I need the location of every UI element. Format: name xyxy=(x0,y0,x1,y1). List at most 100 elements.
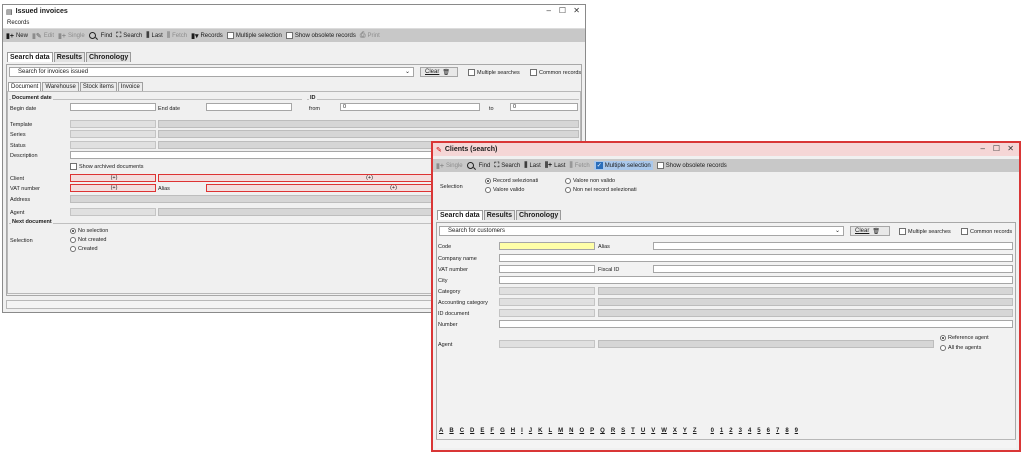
client-code-field[interactable]: (+) xyxy=(70,174,156,182)
letter-l[interactable]: L xyxy=(548,428,552,434)
radio-not-created-dot[interactable] xyxy=(70,237,76,243)
multiple-selection-toggle[interactable]: Multiple selection xyxy=(226,32,282,39)
fetch-button[interactable]: ⫼ Fetch xyxy=(167,32,187,40)
digit-6[interactable]: 6 xyxy=(767,428,770,434)
common-records-toggle[interactable]: Common records xyxy=(961,228,1012,235)
minimize-icon[interactable]: – xyxy=(981,144,985,153)
radio-no-selection[interactable]: No selection xyxy=(70,228,108,234)
digit-9[interactable]: 9 xyxy=(795,428,798,434)
close-icon[interactable]: ✕ xyxy=(1007,144,1014,153)
letter-k[interactable]: K xyxy=(538,428,542,434)
tab-search-data[interactable]: Search data xyxy=(437,210,483,220)
tab-results[interactable]: Results xyxy=(53,52,85,62)
search-type-combo[interactable]: Search for invoices issued ⌄ xyxy=(9,67,414,77)
common-records-toggle[interactable]: Common records xyxy=(530,69,581,76)
letter-q[interactable]: Q xyxy=(600,428,605,434)
show-archived-toggle[interactable]: Show archived documents xyxy=(70,163,144,170)
letter-z[interactable]: Z xyxy=(693,428,697,434)
id-to-field[interactable]: 0 xyxy=(510,103,578,111)
edit-button[interactable]: ▮✎ Edit xyxy=(32,32,54,40)
search-button[interactable]: ⛶ Search xyxy=(116,32,142,40)
vat-number-field[interactable] xyxy=(499,265,595,273)
digit-7[interactable]: 7 xyxy=(776,428,779,434)
multiple-searches-toggle[interactable]: Multiple searches xyxy=(899,228,951,235)
code-field[interactable] xyxy=(499,242,595,250)
last-button[interactable]: ⫼ Last xyxy=(146,32,163,40)
subtab-invoice[interactable]: Invoice xyxy=(117,82,143,91)
maximize-icon[interactable]: ☐ xyxy=(993,144,1000,153)
series-code-field[interactable] xyxy=(70,130,156,138)
close-icon[interactable]: ✕ xyxy=(573,6,580,15)
vat-number-field[interactable]: (+) xyxy=(70,184,156,192)
agent-code-field[interactable] xyxy=(70,208,156,216)
letter-x[interactable]: X xyxy=(673,428,677,434)
digit-4[interactable]: 4 xyxy=(748,428,751,434)
show-obsolete-toggle[interactable]: Show obsolete records xyxy=(656,162,727,169)
letter-y[interactable]: Y xyxy=(683,428,687,434)
radio-valore-valido[interactable]: Valore valido xyxy=(485,187,524,193)
menu-records[interactable]: Records xyxy=(7,20,29,26)
print-button[interactable]: ⎙ Print xyxy=(360,32,380,40)
end-date-field[interactable] xyxy=(206,103,292,111)
multiple-selection-toggle[interactable]: Multiple selection xyxy=(593,161,653,170)
multiple-searches-toggle[interactable]: Multiple searches xyxy=(468,69,520,76)
show-obsolete-toggle[interactable]: Show obsolete records xyxy=(285,32,356,39)
status-code-field[interactable] xyxy=(70,141,156,149)
accounting-category-code-field[interactable] xyxy=(499,298,595,306)
radio-record-selezionati-dot[interactable] xyxy=(485,178,491,184)
find-button[interactable]: Find xyxy=(88,32,112,39)
multiple-selection-checkbox[interactable] xyxy=(595,162,603,169)
begin-date-field[interactable] xyxy=(70,103,156,111)
tab-results[interactable]: Results xyxy=(483,210,515,220)
radio-non-nei-record[interactable]: Non nei record selezionati xyxy=(565,187,637,193)
radio-reference-agent[interactable]: Reference agent xyxy=(940,335,989,341)
fetch-button[interactable]: ⫼ Fetch xyxy=(569,162,589,170)
tab-search-data[interactable]: Search data xyxy=(7,52,53,62)
id-from-field[interactable]: 0 xyxy=(340,103,480,111)
radio-reference-agent-dot[interactable] xyxy=(940,335,946,341)
digit-0[interactable]: 0 xyxy=(711,428,714,434)
letter-o[interactable]: O xyxy=(579,428,584,434)
letter-t[interactable]: T xyxy=(631,428,635,434)
single-button[interactable]: ▮+ Single xyxy=(58,32,85,40)
letter-a[interactable]: A xyxy=(439,428,443,434)
multiple-searches-checkbox[interactable] xyxy=(899,228,906,235)
radio-all-agents[interactable]: All the agents xyxy=(940,345,981,351)
records-button[interactable]: ▮▾ Records xyxy=(191,32,223,40)
search-button[interactable]: ⛶ Search xyxy=(494,162,520,170)
radio-created[interactable]: Created xyxy=(70,246,98,252)
id-document-code-field[interactable] xyxy=(499,309,595,317)
show-archived-checkbox[interactable] xyxy=(70,163,77,170)
digit-3[interactable]: 3 xyxy=(739,428,742,434)
subtab-stock-items[interactable]: Stock items xyxy=(79,82,117,91)
clear-button[interactable]: Clear 🗑 xyxy=(850,226,890,236)
tab-chronology[interactable]: Chronology xyxy=(85,52,132,62)
find-button[interactable]: Find xyxy=(466,162,490,169)
digit-5[interactable]: 5 xyxy=(757,428,760,434)
fiscal-id-field[interactable] xyxy=(653,265,1013,273)
radio-record-selezionati[interactable]: Record selezionati xyxy=(485,178,538,184)
subtab-warehouse[interactable]: Warehouse xyxy=(42,82,79,91)
letter-e[interactable]: E xyxy=(480,428,484,434)
letter-j[interactable]: J xyxy=(529,428,532,434)
last-button[interactable]: ⫼ Last xyxy=(524,162,541,170)
letter-i[interactable]: I xyxy=(521,428,523,434)
radio-valore-valido-dot[interactable] xyxy=(485,187,491,193)
digit-2[interactable]: 2 xyxy=(729,428,732,434)
template-code-field[interactable] xyxy=(70,120,156,128)
category-code-field[interactable] xyxy=(499,287,595,295)
digit-1[interactable]: 1 xyxy=(720,428,723,434)
letter-n[interactable]: N xyxy=(569,428,573,434)
agent-code-field[interactable] xyxy=(499,340,595,348)
letter-b[interactable]: B xyxy=(449,428,453,434)
letter-w[interactable]: W xyxy=(661,428,667,434)
show-obsolete-checkbox[interactable] xyxy=(656,162,664,169)
letter-p[interactable]: P xyxy=(590,428,594,434)
radio-created-dot[interactable] xyxy=(70,246,76,252)
digit-8[interactable]: 8 xyxy=(785,428,788,434)
radio-valore-non-valido-dot[interactable] xyxy=(565,178,571,184)
letter-h[interactable]: H xyxy=(511,428,515,434)
maximize-icon[interactable]: ☐ xyxy=(559,6,566,15)
radio-no-selection-dot[interactable] xyxy=(70,228,76,234)
alias-field[interactable] xyxy=(653,242,1013,250)
